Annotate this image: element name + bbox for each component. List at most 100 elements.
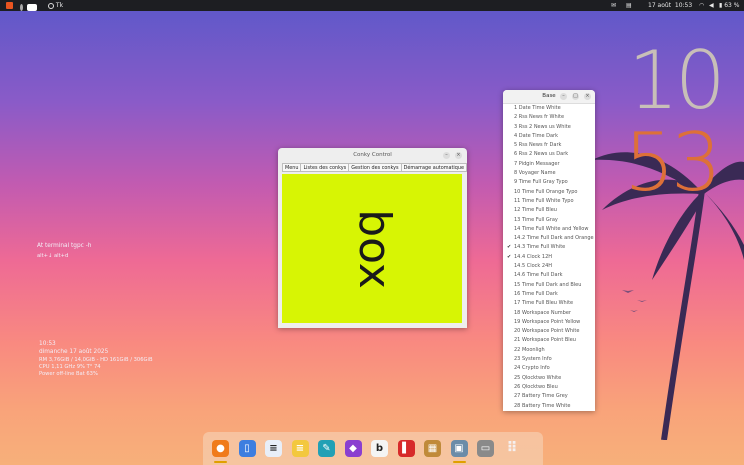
list-item[interactable]: 14.5 Clock 24H [503, 262, 595, 271]
list-item[interactable]: 16 Time Full Dark [503, 290, 595, 299]
conky-power: Power off-line Bat 63% [39, 371, 98, 377]
mail-icon[interactable]: ✉ [611, 2, 616, 9]
box-logo: box [349, 209, 395, 289]
list-item-label: 17 Time Full Bleu White [514, 300, 574, 307]
conky-shortcut-line1: At terminal tgpc -h [37, 243, 92, 249]
base-conky-list: 1 Date Time White 2 Rss News fr White 3 Rs… [503, 104, 595, 411]
conky-box-icon[interactable]: b [371, 440, 388, 457]
battery-icon: ▮ [719, 2, 723, 9]
list-item-label: 9 Time Full Gray Typo [514, 179, 568, 186]
list-item[interactable]: 7 Pidgin Messager [503, 160, 595, 169]
desktop-clock-hours: 10 [628, 34, 726, 127]
tuner-icon[interactable]: ▦ [424, 440, 441, 457]
list-item[interactable]: 11 Time Full White Typo [503, 197, 595, 206]
battery-indicator[interactable]: ▮ 63 % [719, 2, 739, 9]
workspace-active-icon[interactable] [27, 4, 37, 11]
conky-preview: box [282, 174, 462, 323]
firefox-icon[interactable]: ● [212, 440, 229, 457]
list-item-label: 12 Time Full Bleu [514, 207, 557, 214]
list-item[interactable]: 14.2 Time Full Dark and Orange [503, 234, 595, 243]
list-item[interactable]: 6 Rss 2 News us Dark [503, 150, 595, 159]
list-item[interactable]: 14.6 Time Full Dark [503, 271, 595, 280]
conky-menubar: Menu Listes des conkys Gestion des conky… [282, 163, 467, 172]
maximize-button[interactable]: □ [572, 93, 579, 100]
app-grid-icon[interactable]: ⠿ [504, 440, 521, 457]
conky-management-button[interactable]: Gestion des conkys [348, 163, 402, 172]
list-item[interactable]: ✔ 14.4 Clock 12H [503, 253, 595, 262]
list-item-label: 20 Workspace Point White [514, 328, 580, 335]
list-item[interactable]: 1 Date Time White [503, 104, 595, 113]
close-button[interactable]: × [455, 152, 462, 159]
conky-ram-disk: RM 3,76GiB / 14,0GiB - HD 161GiB / 306Gi… [39, 357, 153, 363]
list-item-label: 13 Time Full Gray [514, 216, 558, 223]
check-icon: ✔ [507, 244, 512, 251]
list-item[interactable]: 26 Qlocktwo Bleu [503, 383, 595, 392]
base-title: Base [503, 90, 595, 104]
menu-button[interactable]: Menu [282, 163, 302, 172]
list-item-label: 2 Rss News fr White [514, 114, 565, 121]
list-item[interactable]: 19 Workspace Point Yellow [503, 318, 595, 327]
list-item[interactable]: 22 Moonligh [503, 346, 595, 355]
notes-icon[interactable]: ≡ [291, 440, 309, 457]
tk-app-icon[interactable]: ▣ [450, 440, 468, 457]
list-item-label: 26 Qlocktwo Bleu [514, 383, 558, 390]
files-icon[interactable]: ▯ [238, 440, 256, 457]
list-item[interactable]: 3 Rss 2 News us White [503, 123, 595, 132]
list-item[interactable]: ✔ 14.3 Time Full White [503, 243, 595, 252]
autostart-button[interactable]: Démarrage automatique [400, 163, 467, 172]
list-item[interactable]: 5 Rss News fr Dark [503, 141, 595, 150]
wifi-icon[interactable]: ◠ [699, 2, 704, 9]
minimize-button[interactable]: – [443, 152, 450, 159]
volume-icon[interactable]: ◀ [709, 2, 714, 9]
base-window: Base – □ × 1 Date Time White 2 Rss News f… [503, 90, 595, 411]
list-item-label: 14.4 Clock 12H [514, 253, 553, 260]
ubuntu-logo-icon[interactable] [6, 2, 13, 9]
list-item[interactable]: 23 System Info [503, 355, 595, 364]
list-item-label: 21 Workspace Point Bleu [514, 337, 576, 344]
battery-label: 63 % [724, 2, 740, 9]
list-item[interactable]: 27 Battery Time Grey [503, 392, 595, 401]
list-item-label: 25 Qlocktwo White [514, 374, 562, 381]
workspace-dot-icon[interactable] [20, 4, 23, 11]
list-item[interactable]: 24 Crypto Info [503, 364, 595, 373]
list-item[interactable]: 8 Voyager Name [503, 169, 595, 178]
notes-icon[interactable]: ▤ [626, 2, 632, 9]
desktop-clock-minutes: 53 [624, 116, 722, 209]
list-item[interactable]: 25 Qlocktwo White [503, 374, 595, 383]
dock-running-indicator [452, 461, 466, 463]
list-item[interactable]: 21 Workspace Point Bleu [503, 336, 595, 345]
list-item[interactable]: 13 Time Full Gray [503, 216, 595, 225]
list-item-label: 14.2 Time Full Dark and Orange [514, 235, 594, 242]
datetime-menu[interactable]: 17 août 10:53 [648, 2, 692, 9]
minimize-button[interactable]: – [560, 93, 567, 100]
list-item[interactable]: 18 Workspace Number [503, 309, 595, 318]
conky-control-title: Conky Control [353, 152, 392, 158]
conky-time: 10:53 [39, 341, 56, 347]
list-item[interactable]: 10 Time Full Orange Typo [503, 188, 595, 197]
list-item[interactable]: 17 Time Full Bleu White [503, 299, 595, 308]
writer-icon[interactable]: ≡ [265, 440, 282, 457]
conky-lists-button[interactable]: Listes des conkys [300, 163, 350, 172]
tk-app-icon [48, 2, 54, 9]
conky-shortcut-line2: alt+↓ alt+d [37, 253, 69, 259]
list-item[interactable]: 20 Workspace Point White [503, 327, 595, 336]
list-item[interactable]: 9 Time Full Gray Typo [503, 178, 595, 187]
inkscape-icon[interactable]: ✎ [318, 440, 335, 457]
trash-icon[interactable]: ▭ [477, 440, 494, 457]
list-item-label: 8 Voyager Name [514, 170, 556, 177]
photos-icon[interactable]: ◆ [344, 440, 362, 457]
close-button[interactable]: × [584, 93, 591, 100]
reader-icon[interactable]: ▌ [397, 440, 415, 457]
list-item[interactable]: 15 Time Full Dark and Bleu [503, 281, 595, 290]
list-item-label: 3 Rss 2 News us White [514, 123, 571, 130]
list-item[interactable]: 2 Rss News fr White [503, 113, 595, 122]
tk-app-menu[interactable]: Tk [48, 2, 63, 9]
list-item[interactable]: 4 Date Time Dark [503, 132, 595, 141]
list-item[interactable]: 28 Battery Time White [503, 402, 595, 411]
list-item[interactable]: 14 Time Full White and Yellow [503, 225, 595, 234]
list-item-label: 14 Time Full White and Yellow [514, 225, 589, 232]
list-item-label: 6 Rss 2 News us Dark [514, 151, 569, 158]
app-label: Tk [55, 2, 64, 9]
check-icon: ✔ [507, 253, 512, 260]
list-item[interactable]: 12 Time Full Bleu [503, 206, 595, 215]
